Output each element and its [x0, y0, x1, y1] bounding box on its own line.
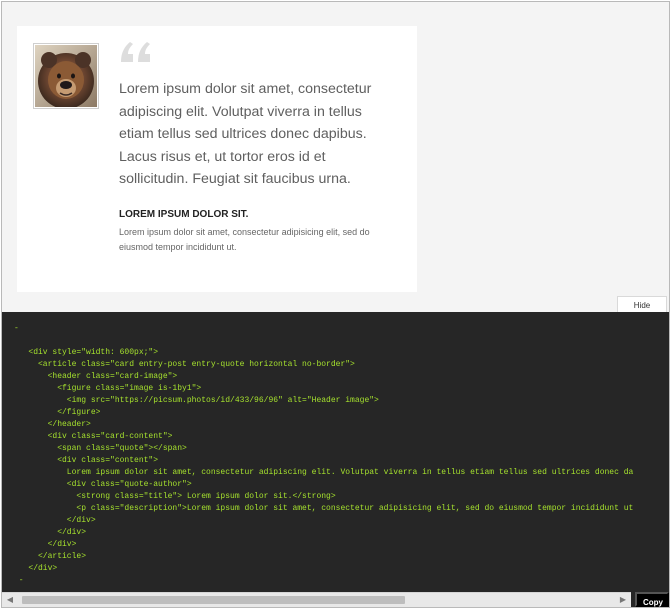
code-line: <div class="quote-author"> — [14, 480, 192, 489]
hide-code-button[interactable]: Hide code — [617, 296, 667, 326]
horizontal-scrollbar[interactable]: ◀ ▶ — [2, 592, 631, 607]
code-line: </figure> — [14, 408, 101, 417]
avatar — [33, 43, 99, 109]
code-line: </div> — [14, 564, 58, 573]
code-line: </article> — [14, 552, 87, 561]
scrollbar-thumb[interactable] — [22, 596, 405, 604]
author-title: LOREM IPSUM DOLOR SIT. — [119, 209, 249, 220]
code-line: - — [14, 576, 24, 585]
scroll-left-icon[interactable]: ◀ — [2, 593, 18, 607]
code-line: <article class="card entry-post entry-qu… — [14, 360, 355, 369]
code-line: <span class="quote"></span> — [14, 444, 187, 453]
code-panel: - <div style="width: 600px;"> <article c… — [2, 312, 669, 607]
quote-text: Lorem ipsum dolor sit amet, consectetur … — [119, 81, 372, 188]
quote-card: Lorem ipsum dolor sit amet, consectetur … — [17, 26, 417, 292]
preview-area: Lorem ipsum dolor sit amet, consectetur … — [2, 2, 669, 326]
code-line: <header class="card-image"> — [14, 372, 178, 381]
code-line: </div> — [14, 540, 77, 549]
code-line: Lorem ipsum dolor sit amet, consectetur … — [14, 468, 634, 477]
code-block: - <div style="width: 600px;"> <article c… — [14, 323, 633, 587]
quote-icon — [121, 42, 150, 62]
code-line: <div class="card-content"> — [14, 432, 173, 441]
code-line: </header> — [14, 420, 91, 429]
code-line: <figure class="image is-1by1"> — [14, 384, 202, 393]
code-line: <strong class="title"> Lorem ipsum dolor… — [14, 492, 336, 501]
code-line: - — [14, 324, 19, 333]
author-description: Lorem ipsum dolor sit amet, consectetur … — [119, 227, 370, 252]
code-line: <div class="content"> — [14, 456, 159, 465]
code-line: <p class="description">Lorem ipsum dolor… — [14, 504, 634, 513]
copy-button[interactable]: Copy — [635, 592, 669, 607]
code-line: <img src="https://picsum.photos/id/433/9… — [14, 396, 379, 405]
quote-author: LOREM IPSUM DOLOR SIT. Lorem ipsum dolor… — [119, 208, 389, 255]
bear-photo — [35, 45, 97, 107]
scroll-right-icon[interactable]: ▶ — [615, 593, 631, 607]
code-line: <div style="width: 600px;"> — [14, 348, 159, 357]
code-line: </div> — [14, 528, 87, 537]
code-line: </div> — [14, 516, 96, 525]
component-preview-window: Lorem ipsum dolor sit amet, consectetur … — [1, 1, 670, 608]
